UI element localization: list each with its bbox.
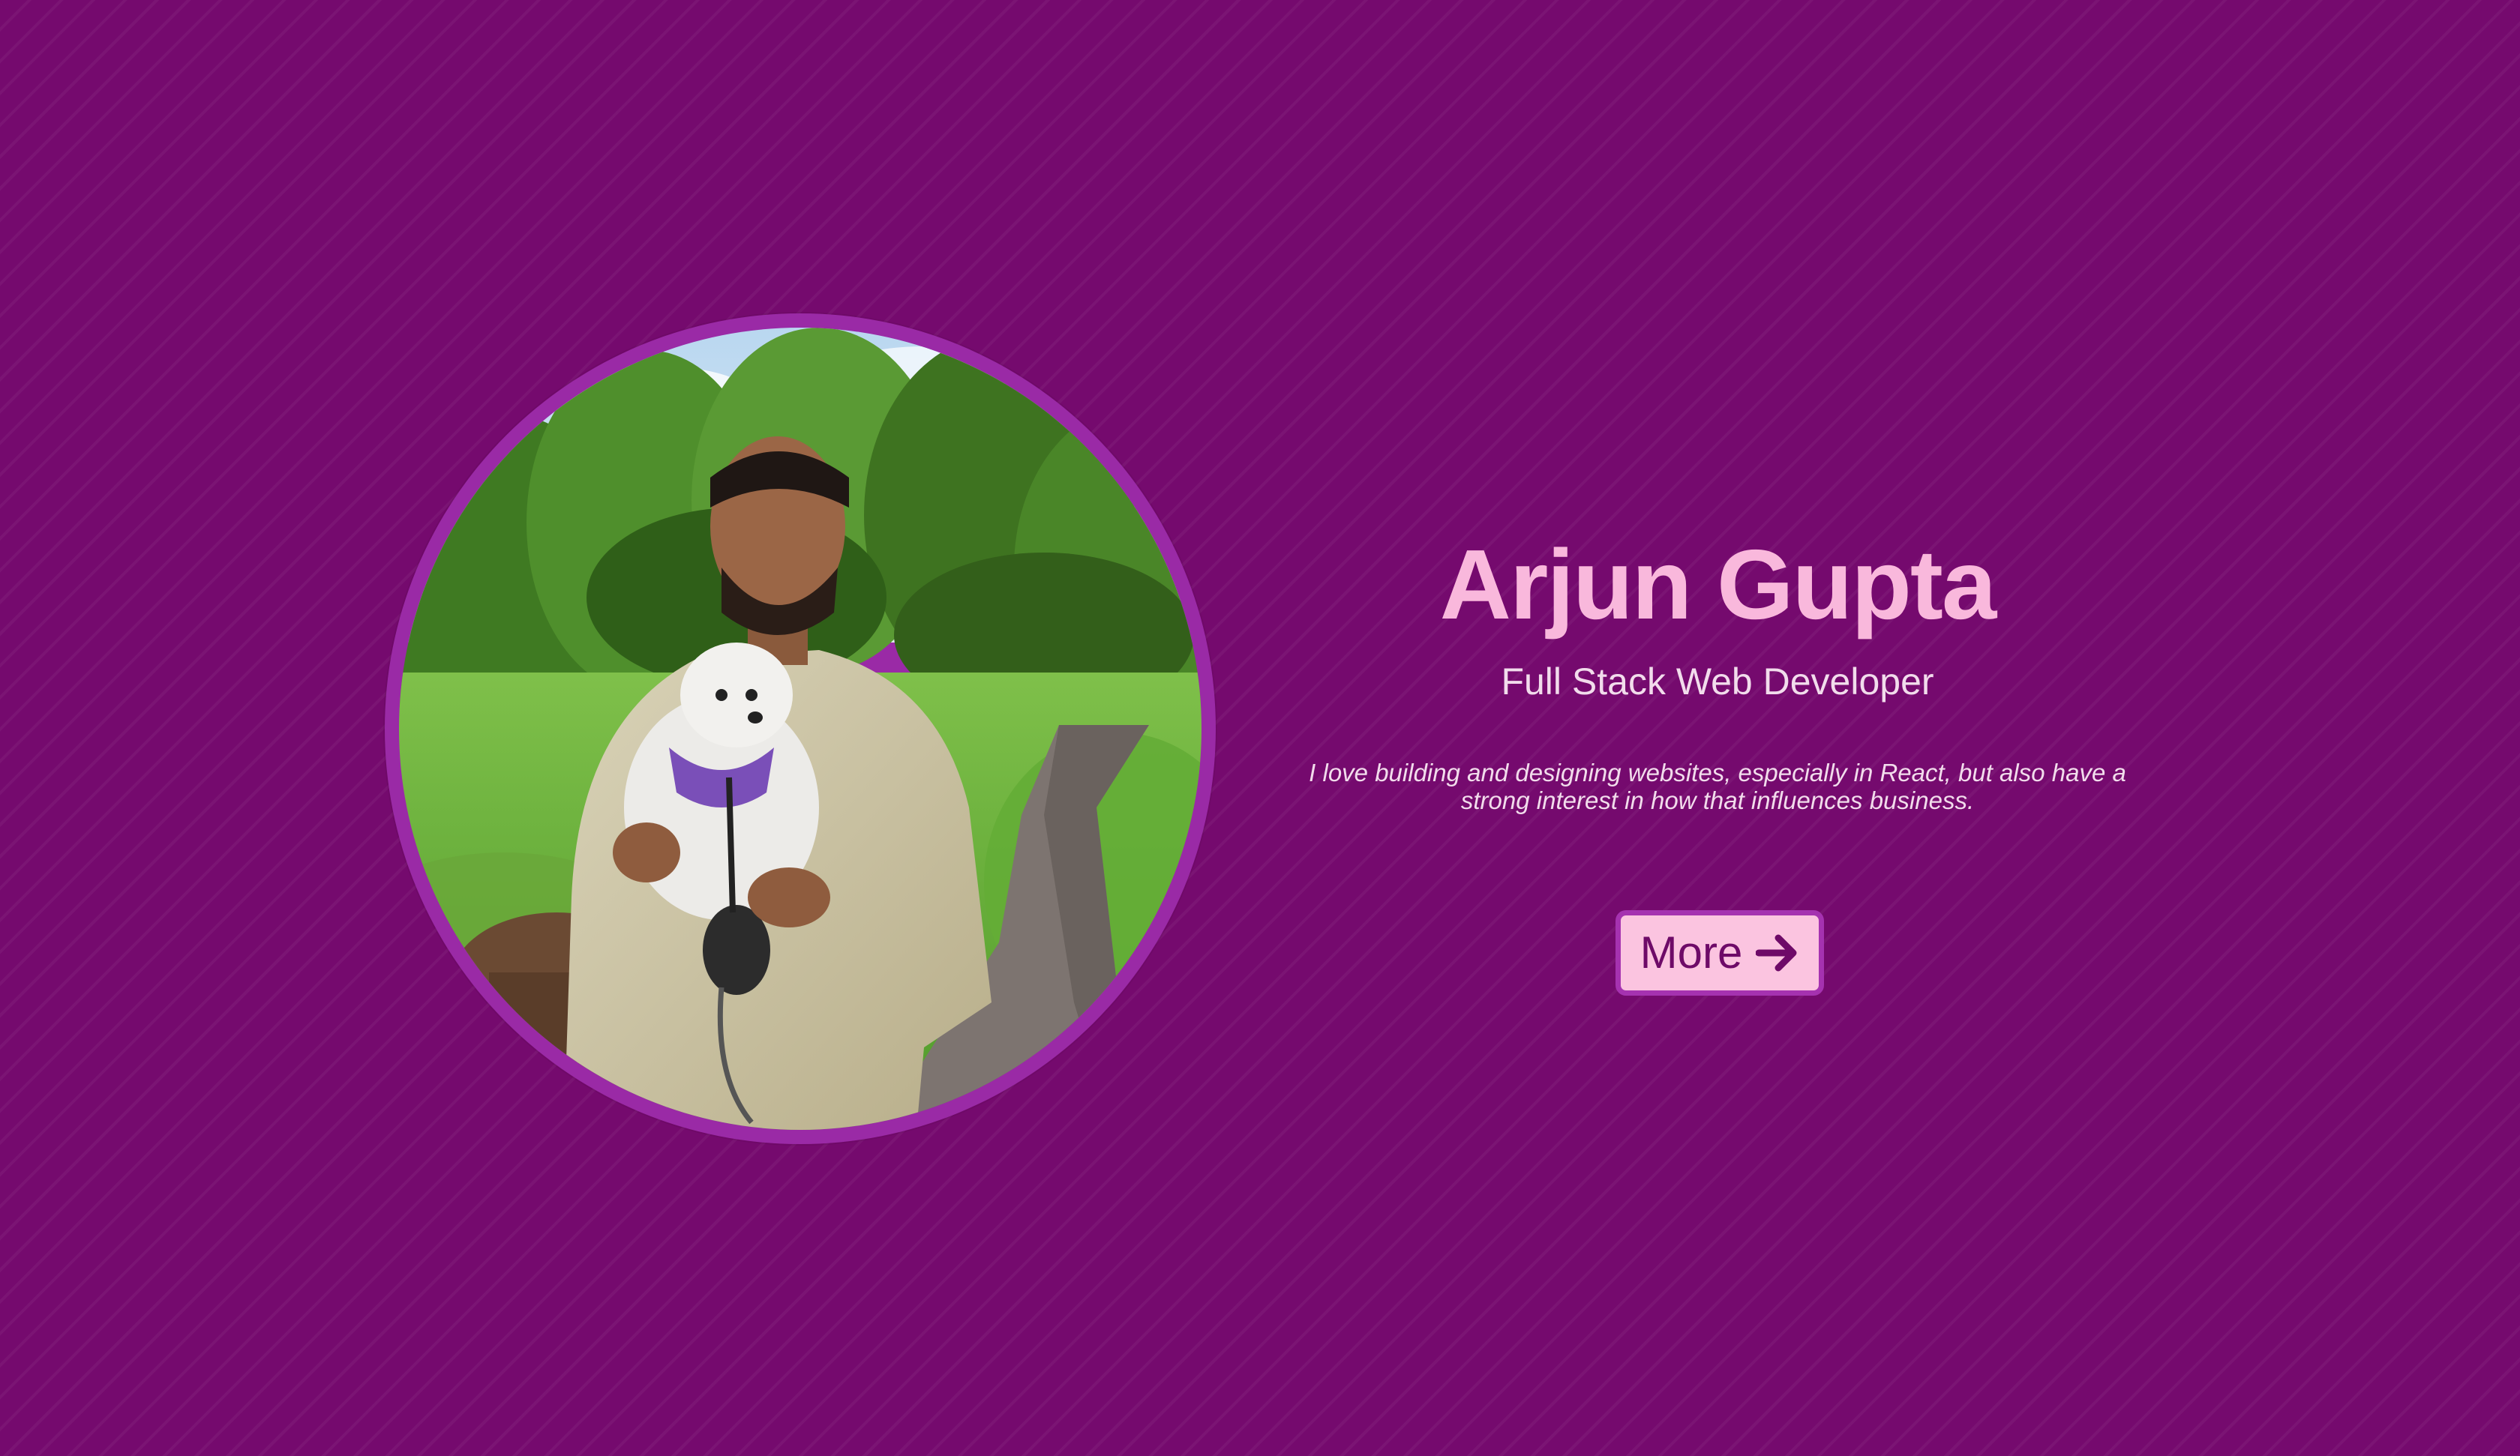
profile-name: Arjun Gupta [1439, 529, 1997, 640]
more-button[interactable]: More [1616, 910, 1824, 996]
portrait-photo-icon [399, 328, 1202, 1130]
profile-photo [399, 328, 1202, 1130]
hero-section: Arjun Gupta Full Stack Web Developer I l… [0, 0, 2520, 1456]
arrow-right-icon [1756, 933, 1799, 972]
more-button-label: More [1640, 927, 1743, 978]
profile-bio: I love building and designing websites, … [1309, 759, 2126, 814]
profile-role: Full Stack Web Developer [1501, 661, 1934, 703]
profile-photo-frame [385, 313, 1216, 1144]
intro-panel: Arjun Gupta Full Stack Web Developer I l… [1275, 0, 2160, 1456]
